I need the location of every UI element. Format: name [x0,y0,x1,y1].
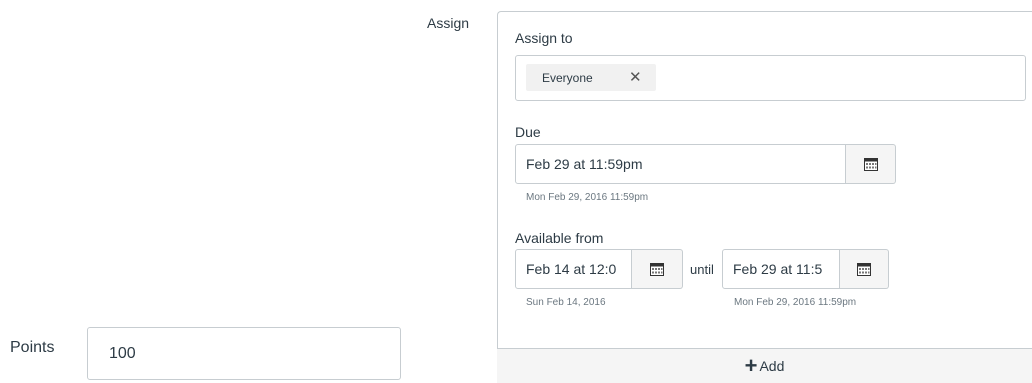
assign-to-label: Assign to [515,30,573,46]
due-calendar-button[interactable] [846,144,896,184]
available-from-calendar-button[interactable] [632,249,683,289]
available-until-hint: Mon Feb 29, 2016 11:59pm [734,297,857,308]
calendar-icon [650,262,664,276]
remove-assignee-close-icon[interactable]: ✕ [629,68,642,86]
available-from-input[interactable]: Feb 14 at 12:0 [515,249,632,289]
due-label: Due [515,124,541,140]
add-button-label: Add [759,358,785,374]
points-input[interactable]: 100 [87,327,401,380]
due-date-input[interactable]: Feb 29 at 11:59pm [515,144,846,184]
available-until-calendar-button[interactable] [840,249,889,289]
assignee-token: Everyone ✕ [526,64,656,91]
plus-icon: + [744,353,758,378]
until-label: until [690,262,714,277]
available-until-input[interactable]: Feb 29 at 11:5 [722,249,840,289]
calendar-icon [863,157,878,171]
assign-section-label: Assign [427,15,470,31]
available-from-hint: Sun Feb 14, 2016 [526,297,606,308]
add-assignment-button[interactable]: + Add [497,348,1032,383]
points-label: Points [10,339,55,356]
assignee-token-label: Everyone [542,70,593,85]
due-date-hint: Mon Feb 29, 2016 11:59pm [526,192,649,203]
available-from-label: Available from [515,230,604,246]
calendar-icon [857,262,871,276]
